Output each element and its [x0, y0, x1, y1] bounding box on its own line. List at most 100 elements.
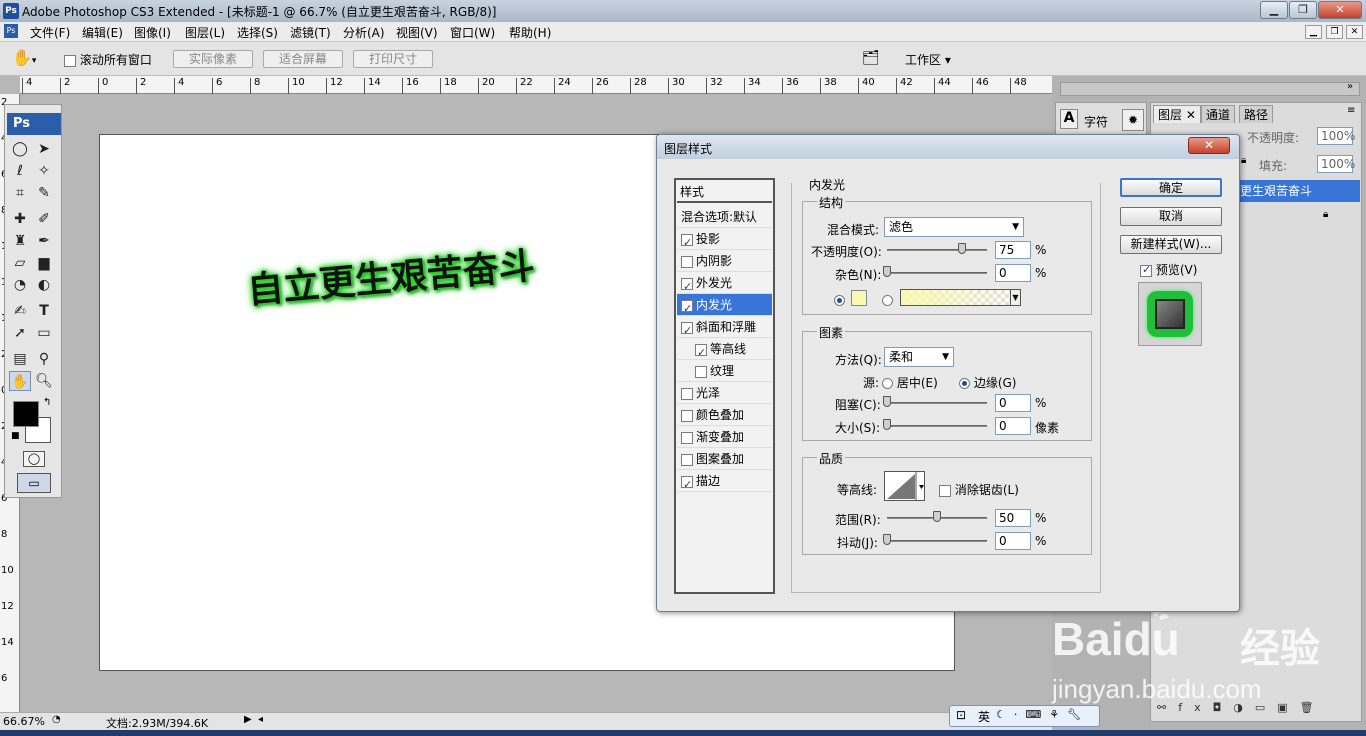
style-item[interactable]: 投影: [677, 228, 772, 254]
contour-picker[interactable]: [884, 471, 925, 501]
gradient-tool-icon[interactable]: ▆: [33, 253, 55, 273]
dialog-close-button[interactable]: ✕: [1188, 137, 1230, 154]
style-item[interactable]: 内发光: [677, 294, 772, 320]
fit-screen-button[interactable]: 适合屏幕: [263, 50, 343, 68]
style-item[interactable]: 光泽: [677, 382, 772, 404]
menu-window[interactable]: 窗口(W): [450, 24, 495, 41]
marquee-tool-icon[interactable]: ◯: [9, 139, 31, 159]
menu-file[interactable]: 文件(F): [30, 24, 70, 41]
jitter-slider-thumb[interactable]: [883, 534, 891, 545]
style-item[interactable]: 外发光: [677, 272, 772, 298]
hand-tool-button-icon[interactable]: ✋: [9, 371, 31, 391]
status-menu-arrow-icon[interactable]: ▶: [244, 714, 252, 725]
opacity-slider-thumb[interactable]: [958, 243, 966, 254]
style-item-checkbox[interactable]: [681, 453, 693, 466]
move-tool-icon[interactable]: ➤: [33, 139, 55, 159]
eyedropper-tool-icon[interactable]: ⚲: [33, 349, 55, 369]
style-item-checkbox[interactable]: [681, 255, 693, 268]
jitter-field[interactable]: 0: [995, 532, 1031, 550]
preview-checkbox[interactable]: 预览(V): [1140, 261, 1197, 278]
gradient-dropdown-icon[interactable]: ▼: [1010, 290, 1020, 305]
scroll-left-icon[interactable]: ◂: [258, 714, 263, 725]
swap-colors-icon[interactable]: ↰: [43, 397, 51, 408]
solid-color-radio[interactable]: [834, 293, 845, 307]
clone-stamp-tool-icon[interactable]: ♜: [9, 231, 31, 251]
choke-slider-thumb[interactable]: [883, 396, 891, 407]
gradient-radio[interactable]: [882, 293, 893, 307]
foreground-color-swatch[interactable]: [13, 401, 39, 427]
blur-tool-icon[interactable]: ◔: [9, 275, 31, 295]
style-item-checkbox[interactable]: [681, 409, 693, 422]
bridge-icon[interactable]: 🗂: [862, 50, 888, 68]
style-item-checkbox[interactable]: [681, 298, 693, 320]
style-item-checkbox[interactable]: [681, 232, 693, 254]
collapse-dock-icon[interactable]: »: [1347, 81, 1353, 92]
workspace-menu[interactable]: 工作区 ▾: [905, 51, 951, 68]
choke-slider-track[interactable]: [887, 402, 987, 404]
tab-layers[interactable]: 图层 ✕: [1153, 105, 1201, 123]
style-item[interactable]: 斜面和浮雕: [677, 316, 772, 342]
rectangle-tool-icon[interactable]: ▭: [33, 323, 55, 343]
size-field[interactable]: 0: [995, 417, 1031, 435]
method-select[interactable]: 柔和 ▼: [884, 347, 954, 367]
style-item[interactable]: 内阴影: [677, 250, 772, 272]
minimize-button[interactable]: ▁: [1260, 1, 1288, 19]
style-item-checkbox[interactable]: [681, 387, 693, 400]
cancel-button[interactable]: 取消: [1120, 207, 1222, 226]
style-item-checkbox[interactable]: [681, 431, 693, 444]
menu-edit[interactable]: 编辑(E): [82, 24, 123, 41]
menu-select[interactable]: 选择(S): [237, 24, 278, 41]
scroll-all-windows-checkbox[interactable]: 滚动所有窗口: [64, 51, 152, 68]
quick-mask-icon[interactable]: ◯: [23, 451, 45, 467]
lasso-tool-icon[interactable]: ℓ: [9, 161, 31, 181]
style-item-checkbox[interactable]: [681, 474, 693, 496]
doc-minimize-button[interactable]: ▁: [1305, 25, 1322, 39]
default-colors-icon[interactable]: ■: [11, 431, 20, 441]
style-item[interactable]: 描边: [677, 470, 772, 496]
menu-view[interactable]: 视图(V): [396, 24, 438, 41]
style-item-checkbox[interactable]: [695, 342, 707, 364]
style-item[interactable]: 图案叠加: [677, 448, 772, 470]
style-item-checkbox[interactable]: [681, 320, 693, 342]
blend-mode-select[interactable]: 滤色 ▼: [884, 217, 1024, 237]
print-size-button[interactable]: 打印尺寸: [353, 50, 433, 68]
status-icon[interactable]: ◔: [52, 714, 61, 725]
size-slider-track[interactable]: [887, 425, 987, 427]
ime-language[interactable]: 英: [978, 708, 990, 725]
close-button[interactable]: ✕: [1318, 1, 1362, 19]
dodge-tool-icon[interactable]: ◐: [33, 275, 55, 295]
opacity-field[interactable]: 75: [995, 241, 1031, 259]
size-slider-thumb[interactable]: [883, 419, 891, 430]
zoom-tool-icon[interactable]: 🔍︎: [33, 371, 55, 391]
ime-logo-icon[interactable]: ⊡: [956, 708, 966, 722]
noise-field[interactable]: 0: [995, 264, 1031, 282]
crop-tool-icon[interactable]: ⌗: [9, 183, 31, 203]
actual-pixels-button[interactable]: 实际像素: [173, 50, 253, 68]
menu-image[interactable]: 图像(I): [134, 24, 171, 41]
choke-field[interactable]: 0: [995, 394, 1031, 412]
panel-menu-icon[interactable]: ≡: [1347, 105, 1355, 116]
pen-tool-icon[interactable]: ✍: [9, 301, 31, 321]
screen-mode-icon[interactable]: ▭: [17, 473, 51, 493]
character-tab[interactable]: 字符: [1084, 113, 1108, 130]
source-edge-radio[interactable]: 边缘(G): [959, 374, 1017, 391]
menu-help[interactable]: 帮助(H): [509, 24, 551, 41]
layer-fill-field[interactable]: 100%: [1317, 155, 1355, 173]
hand-tool-icon[interactable]: ✋▾: [12, 48, 42, 70]
layer-opacity-field[interactable]: 100%: [1317, 127, 1355, 145]
doc-restore-button[interactable]: ❐: [1326, 25, 1343, 39]
new-style-button[interactable]: 新建样式(W)...: [1120, 235, 1222, 254]
opacity-slider-track[interactable]: [887, 249, 987, 251]
tab-channels[interactable]: 通道: [1201, 105, 1236, 123]
glow-color-swatch[interactable]: [851, 290, 867, 306]
style-item[interactable]: 渐变叠加: [677, 426, 772, 448]
maximize-button[interactable]: ❐: [1289, 1, 1317, 19]
menu-layer[interactable]: 图层(L): [185, 24, 225, 41]
style-item[interactable]: 等高线: [677, 338, 772, 364]
style-item[interactable]: 颜色叠加: [677, 404, 772, 426]
styles-header[interactable]: 样式: [677, 181, 772, 203]
lock-icon[interactable]: 🔒︎: [1241, 155, 1246, 166]
range-slider-thumb[interactable]: [933, 511, 941, 522]
character-icon[interactable]: A: [1060, 109, 1078, 129]
style-item[interactable]: 混合选项:默认: [677, 206, 772, 228]
